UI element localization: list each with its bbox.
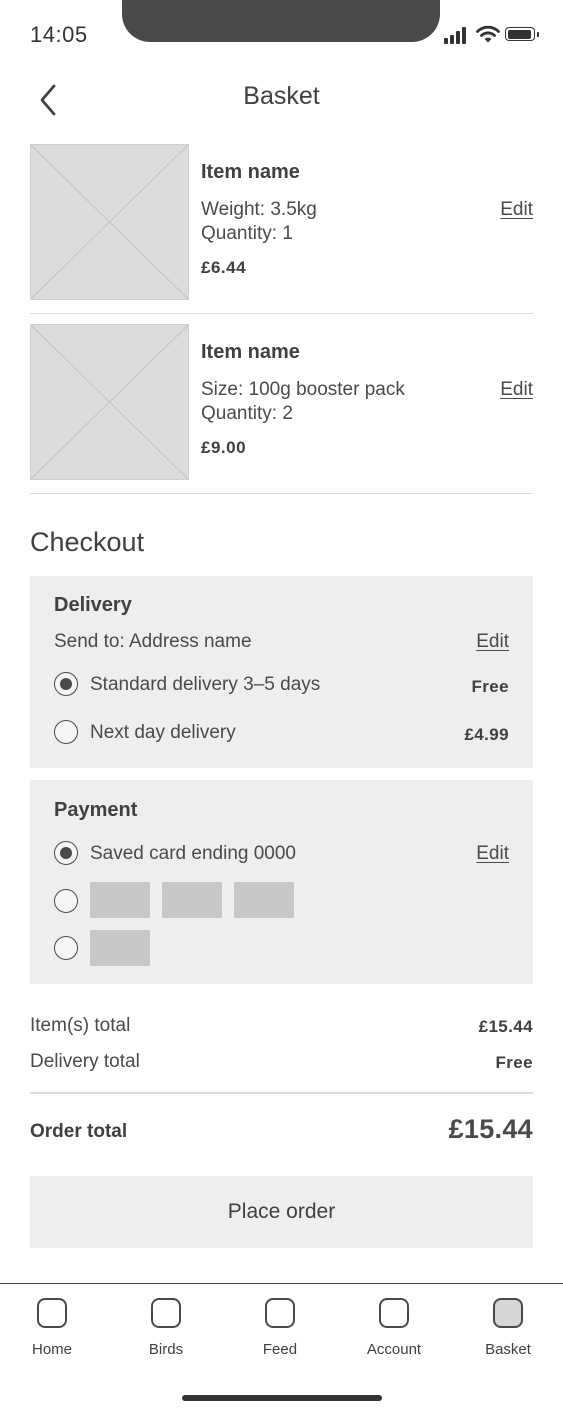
status-bar: 14:05	[0, 0, 563, 60]
tab-label: Birds	[148, 1341, 184, 1358]
standard-delivery-radio[interactable]	[54, 672, 78, 696]
next-day-delivery-price: £4.99	[464, 725, 509, 744]
standard-delivery-label: Standard delivery 3–5 days	[90, 674, 321, 695]
tab-label: Account	[366, 1341, 422, 1358]
delivery-heading: Delivery	[54, 594, 132, 616]
page-title: Basket	[243, 82, 320, 110]
item-name: Item name	[201, 341, 300, 363]
account-icon	[379, 1298, 409, 1328]
item-detail: Weight: 3.5kg	[201, 199, 317, 220]
edit-address-link[interactable]: Edit	[476, 631, 509, 653]
payment-logo-placeholder	[234, 882, 294, 918]
items-total-value: £15.44	[478, 1017, 533, 1036]
order-total-value: £15.44	[448, 1114, 533, 1144]
totals-divider	[30, 1092, 533, 1094]
tab-feed[interactable]: Feed	[235, 1284, 325, 1366]
payment-logo-placeholder	[90, 930, 150, 966]
basket-icon	[493, 1298, 523, 1328]
delivery-total-value: Free	[495, 1053, 533, 1072]
delivery-total-label: Delivery total	[30, 1051, 140, 1072]
tab-label: Feed	[262, 1341, 298, 1358]
delivery-panel: Delivery Send to: Address name Edit Stan…	[30, 576, 533, 768]
payment-heading: Payment	[54, 799, 138, 821]
wifi-icon	[476, 25, 500, 43]
edit-payment-link[interactable]: Edit	[476, 843, 509, 865]
saved-card-radio[interactable]	[54, 841, 78, 865]
delivery-address: Send to: Address name	[54, 631, 252, 652]
header: Basket	[0, 74, 563, 120]
payment-panel: Payment Saved card ending 0000 Edit	[30, 780, 533, 984]
notch	[122, 0, 440, 42]
tab-label: Home	[31, 1341, 72, 1358]
item-price: £9.00	[201, 438, 247, 457]
tab-home[interactable]: Home	[7, 1284, 97, 1366]
payment-logo-placeholder	[90, 882, 150, 918]
tab-label: Basket	[485, 1341, 531, 1358]
next-day-delivery-label: Next day delivery	[90, 722, 236, 743]
signal-icon	[444, 26, 470, 44]
payment-logo-placeholder	[162, 882, 222, 918]
battery-icon	[505, 27, 539, 41]
birds-icon	[151, 1298, 181, 1328]
basket-item: Item name Size: 100g booster pack Quanti…	[30, 324, 533, 494]
home-indicator	[182, 1395, 382, 1401]
checkout-heading: Checkout	[30, 527, 145, 557]
items-total-label: Item(s) total	[30, 1015, 131, 1036]
edit-item-link[interactable]: Edit	[500, 379, 533, 401]
item-price: £6.44	[201, 258, 247, 277]
payment-option-radio[interactable]	[54, 889, 78, 913]
next-day-delivery-radio[interactable]	[54, 720, 78, 744]
status-time: 14:05	[30, 22, 88, 47]
item-image-placeholder	[30, 324, 189, 480]
home-icon	[37, 1298, 67, 1328]
item-image-placeholder	[30, 144, 189, 300]
standard-delivery-price: Free	[471, 677, 509, 696]
item-detail: Size: 100g booster pack	[201, 379, 405, 400]
item-quantity: Quantity: 1	[201, 223, 293, 244]
item-quantity: Quantity: 2	[201, 403, 293, 424]
feed-icon	[265, 1298, 295, 1328]
edit-item-link[interactable]: Edit	[500, 199, 533, 221]
tab-account[interactable]: Account	[349, 1284, 439, 1366]
tab-basket[interactable]: Basket	[463, 1284, 553, 1366]
payment-option-radio[interactable]	[54, 936, 78, 960]
basket-item: Item name Weight: 3.5kg Quantity: 1 £6.4…	[30, 144, 533, 314]
place-order-button[interactable]: Place order	[30, 1176, 533, 1248]
tab-birds[interactable]: Birds	[121, 1284, 211, 1366]
order-total-label: Order total	[30, 1121, 128, 1142]
item-name: Item name	[201, 161, 300, 183]
saved-card-label: Saved card ending 0000	[90, 843, 296, 864]
